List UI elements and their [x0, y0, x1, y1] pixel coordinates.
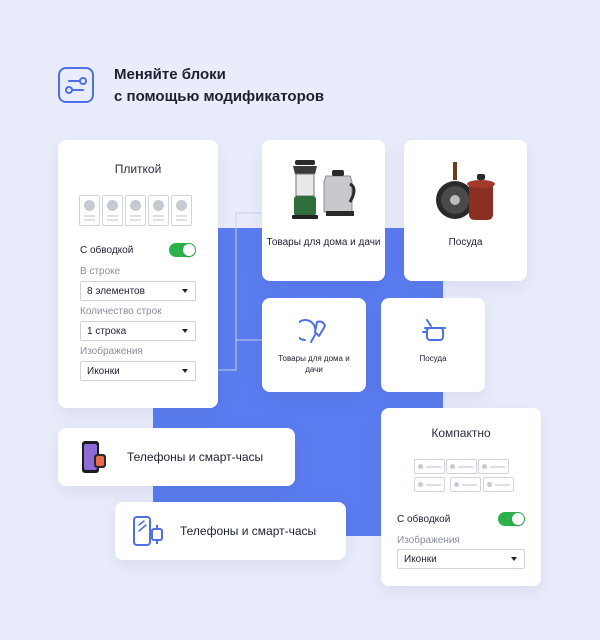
page-title: Меняйте блоки с помощью модификаторов — [114, 64, 324, 108]
chevron-down-icon — [182, 289, 188, 293]
images-label: Изображения — [80, 346, 143, 357]
cooking-pot-icon — [422, 319, 446, 341]
category-row-phones-icon[interactable]: Телефоны и смарт-часы — [115, 502, 346, 560]
tile-preview — [102, 195, 123, 226]
rows-count-label: Количество строк — [80, 306, 162, 317]
tile-preview — [148, 195, 169, 226]
per-row-select[interactable]: 8 элементов — [80, 281, 196, 301]
phone-watch-icon — [133, 516, 163, 546]
compact-images-label: Изображения — [397, 535, 460, 546]
rows-count-value: 1 строка — [87, 326, 127, 337]
tiles-settings-panel: Плиткой С обводкой В строке 8 элементов … — [58, 140, 218, 408]
category-card-dishes-icon[interactable]: Посуда — [381, 298, 485, 392]
compact-images-value: Иконки — [404, 554, 437, 565]
per-row-value: 8 элементов — [87, 286, 145, 297]
card-label: Посуда — [448, 237, 483, 248]
compact-tile-preview — [414, 459, 445, 474]
category-card-home-garden-icon[interactable]: Товары для дома и дачи — [262, 298, 366, 392]
chevron-down-icon — [182, 369, 188, 373]
card-label: Товары для дома и дачи — [278, 354, 350, 374]
tiles-panel-title: Плиткой — [114, 162, 162, 176]
per-row-label: В строке — [80, 266, 121, 277]
images-select[interactable]: Иконки — [80, 361, 196, 381]
lantern-kettle-image — [292, 160, 356, 219]
compact-images-select[interactable]: Иконки — [397, 549, 525, 569]
sliders-icon — [58, 67, 94, 103]
card-label: Посуда — [419, 354, 447, 363]
images-value: Иконки — [87, 366, 120, 377]
compact-border-toggle[interactable] — [498, 512, 525, 526]
page-title-line-1: Меняйте блоки — [114, 66, 226, 83]
compact-panel-title: Компактно — [431, 426, 491, 440]
row-label: Телефоны и смарт-часы — [180, 524, 317, 538]
category-card-dishes-photo[interactable]: Посуда — [404, 140, 527, 281]
page-title-line-2: с помощью модификаторов — [114, 88, 325, 105]
garden-tools-icon — [299, 319, 326, 343]
phone-watch-image — [82, 441, 106, 473]
chevron-down-icon — [511, 557, 517, 561]
compact-border-label: С обводкой — [397, 514, 451, 525]
chevron-down-icon — [182, 329, 188, 333]
border-label: С обводкой — [80, 245, 134, 256]
compact-tile-preview — [446, 459, 477, 474]
category-card-home-garden-photo[interactable]: Товары для дома и дачи — [262, 140, 385, 281]
tile-preview — [171, 195, 192, 226]
compact-settings-panel: Компактно С обводкой Изображения Иконки — [381, 408, 541, 586]
compact-tile-preview — [483, 477, 514, 492]
tile-preview — [125, 195, 146, 226]
cookware-image — [436, 162, 495, 220]
rows-count-select[interactable]: 1 строка — [80, 321, 196, 341]
compact-tile-preview — [478, 459, 509, 474]
card-label: Товары для дома и дачи — [266, 237, 381, 248]
category-row-phones-photo[interactable]: Телефоны и смарт-часы — [58, 428, 295, 486]
border-toggle[interactable] — [169, 243, 196, 257]
tile-preview — [79, 195, 100, 226]
compact-tile-preview — [414, 477, 445, 492]
row-label: Телефоны и смарт-часы — [127, 450, 264, 464]
compact-tile-preview — [450, 477, 481, 492]
tiles-layout-preview — [79, 195, 192, 226]
